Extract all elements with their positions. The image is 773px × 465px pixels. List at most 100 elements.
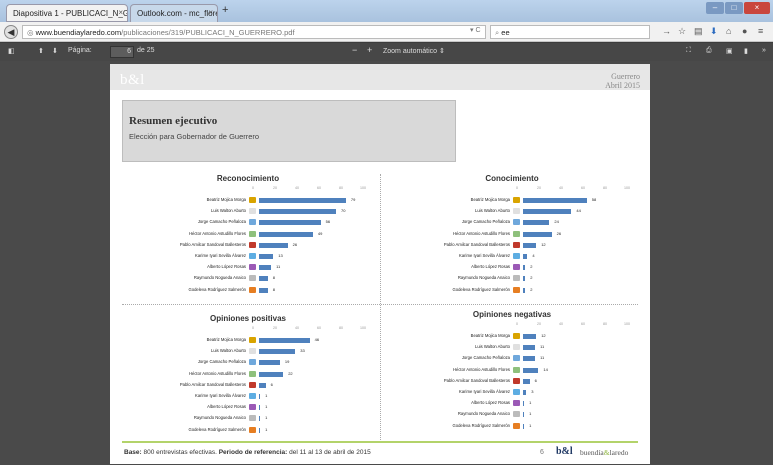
clipboard-icon[interactable]: ▤ (694, 26, 703, 37)
party-logo-icon (513, 241, 520, 248)
data-bar (523, 287, 526, 293)
globe-icon: ◎ (27, 28, 36, 37)
presentation-mode-icon[interactable]: ⛶ (686, 47, 691, 55)
menu-icon[interactable]: ≡ (758, 26, 763, 36)
data-bar (523, 265, 526, 271)
data-bar (259, 405, 261, 411)
data-label: 79 (350, 197, 356, 202)
tick-label: 0 (252, 186, 254, 190)
zoom-select[interactable]: Zoom automático ⇕ (383, 47, 445, 55)
tab-pdf[interactable]: Diapositiva 1 - PUBLICACI_N_G... × (6, 4, 128, 22)
page-total: de 25 (137, 47, 155, 54)
zoom-out-icon[interactable]: − (352, 45, 357, 55)
data-bar (259, 338, 310, 343)
data-bar (259, 209, 336, 215)
footer-brand: buendía&laredo (580, 448, 628, 457)
tick-label: 40 (559, 322, 563, 326)
party-logo-icon (249, 393, 256, 399)
chart-row: Raymundo Nogueda Anaico 8 (118, 274, 378, 284)
party-logo-icon (513, 422, 520, 429)
close-icon[interactable]: × (208, 8, 213, 17)
chart-row: Jorge Camacho Peñaloza 19 (118, 358, 378, 368)
close-icon[interactable]: × (118, 8, 123, 17)
data-bar (523, 367, 539, 373)
new-tab-icon[interactable]: + (222, 4, 228, 16)
tools-icon[interactable]: » (762, 47, 766, 54)
tick-label: 40 (559, 186, 563, 190)
next-page-icon[interactable]: ⬇ (52, 47, 58, 55)
data-label: 2 (530, 286, 533, 292)
data-label: 6 (534, 377, 537, 383)
tick-label: 20 (273, 326, 277, 330)
chart-row: Pablo Amilcar Sandoval Ballesteros 6 (118, 381, 378, 391)
party-logo-icon (249, 415, 256, 422)
chart-row: Godeleva Rodríguez Salmerón 1 (382, 422, 642, 432)
tab-outlook[interactable]: Outlook.com - mc_floresp... × (130, 4, 218, 22)
party-logo-icon (249, 370, 256, 377)
party-logo-icon (249, 426, 256, 433)
reload-icon[interactable]: ▾ C (470, 26, 481, 34)
summary-title: Resumen ejecutivo (129, 115, 218, 127)
data-label: 58 (591, 197, 597, 202)
party-logo-icon (513, 400, 520, 407)
tick-label: 0 (516, 186, 518, 190)
url-field[interactable]: ◎ www.buendiaylaredo.com/publicaciones/3… (22, 25, 486, 39)
chart-row: Karime Iyari Sevilla Álvarez 3 (382, 388, 642, 398)
download-icon[interactable]: ⬇ (710, 26, 718, 37)
party-logo-icon (249, 381, 256, 388)
data-bar (259, 198, 346, 203)
zoom-in-icon[interactable]: + (367, 45, 372, 55)
category-label: Pablo Amilcar Sandoval Ballesteros (443, 377, 510, 383)
chart-row: Luis Walton Aburto 33 (118, 347, 378, 357)
data-bar (259, 427, 261, 433)
maximize-icon[interactable]: □ (725, 2, 743, 14)
chart-row: Héctor Antonio Astudillo Flores 26 (382, 230, 642, 240)
page-label: Página: (68, 47, 92, 54)
party-logo-icon (513, 411, 520, 418)
category-label: Beatriz Mojica Morga (470, 333, 510, 338)
category-label: Alberto López Rosas (471, 400, 510, 406)
chart-row: Raymundo Nogueda Anaico 1 (118, 414, 378, 424)
data-bar (259, 416, 261, 422)
close-window-icon[interactable]: × (744, 2, 770, 14)
chart-row: Beatriz Mojica Morga 79 (118, 196, 378, 206)
footer-logo: b&l (556, 446, 573, 457)
minimize-icon[interactable]: – (706, 2, 724, 14)
bookmark-star-icon[interactable]: ☆ (678, 26, 686, 37)
tick-label: 80 (603, 186, 607, 190)
data-label: 11 (276, 264, 281, 270)
chart-row: Godeleva Rodríguez Salmerón 8 (118, 286, 378, 296)
pdf-viewer[interactable]: b&l Guerrero Abril 2015 Resumen ejecutiv… (0, 61, 773, 465)
category-label: Godeleva Rodríguez Salmerón (452, 422, 511, 428)
party-logo-icon (249, 197, 256, 203)
party-logo-icon (513, 377, 520, 384)
party-logo-icon (249, 219, 256, 226)
chat-icon[interactable]: ● (742, 26, 747, 36)
data-bar (259, 276, 268, 282)
category-label: Alberto López Rosas (207, 264, 246, 270)
zoom-value: Zoom automático (383, 48, 438, 55)
slide-region: Guerrero Abril 2015 (605, 72, 640, 90)
tick-label: 40 (295, 186, 299, 190)
data-label: 6 (270, 381, 273, 387)
data-label: 24 (554, 219, 559, 225)
chart-row: Karime Iyari Sevilla Álvarez 4 (382, 252, 642, 262)
bookmark-icon[interactable]: ▮ (744, 47, 748, 55)
back-arrow-icon[interactable]: ◀ (4, 25, 18, 39)
chart-row: Alberto López Rosas 1 (118, 403, 378, 413)
print-icon[interactable]: ⎙ (706, 47, 712, 55)
sidebar-toggle-icon[interactable]: ◧ (8, 47, 15, 55)
previous-page-icon[interactable]: ⬆ (38, 47, 44, 55)
data-bar (523, 231, 552, 237)
tick-label: 20 (537, 322, 541, 326)
save-icon[interactable]: ▣ (726, 47, 733, 55)
search-input[interactable]: ⌕ ee (490, 25, 650, 39)
chart-row: Pablo Amilcar Sandoval Ballesteros 26 (118, 241, 378, 251)
forward-arrow-icon[interactable]: → (662, 26, 671, 36)
data-label: 49 (317, 230, 323, 236)
home-icon[interactable]: ⌂ (726, 26, 731, 36)
category-label: Raymundo Nogueda Anaico (193, 275, 246, 281)
page-number-input[interactable]: 6 (110, 46, 134, 58)
data-label: 3 (531, 389, 534, 394)
data-label: 11 (540, 344, 545, 350)
